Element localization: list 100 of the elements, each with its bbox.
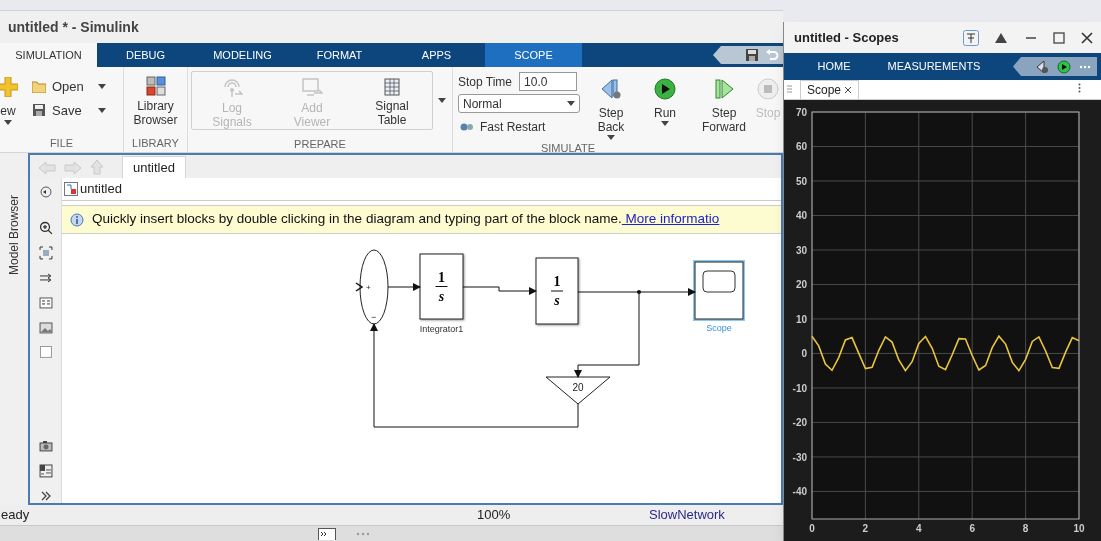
y-tick-label: -30 — [792, 451, 807, 463]
rectangle-icon[interactable] — [38, 345, 53, 360]
run-icon[interactable] — [1057, 59, 1071, 74]
image-icon[interactable] — [38, 320, 53, 335]
sum-block: + − — [359, 249, 389, 325]
run-icon — [654, 78, 676, 100]
fast-restart-button[interactable]: Fast Restart — [458, 116, 580, 136]
ribbon-button[interactable]: Step Back — [586, 72, 636, 140]
document-tab[interactable]: Scope — [800, 80, 860, 99]
pin-icon[interactable] — [963, 29, 979, 46]
info-message: Quickly insert blocks by double clicking in the diagram and typing part of the block name. More informatio — [92, 210, 720, 229]
block-label: Scope — [706, 323, 732, 333]
integrator-block: 1 s — [419, 253, 464, 320]
window-title: untitled * - Simulink — [8, 17, 139, 37]
x-tick-label: 10 — [1073, 523, 1085, 534]
ribbon-button[interactable]: Signal Table — [363, 78, 421, 129]
ribbon-button[interactable]: Step Forward — [696, 72, 752, 140]
library-browser-button[interactable]: Library Browser — [126, 67, 185, 135]
antenna-icon — [221, 78, 243, 98]
model-browser-tab[interactable]: Model Browser — [5, 165, 23, 275]
info-icon — [70, 212, 84, 227]
ribbon-tab[interactable]: APPS — [388, 43, 485, 67]
zoom-level: 100% — [477, 506, 512, 525]
annotation-icon[interactable] — [38, 295, 53, 310]
x-tick-label: 6 — [969, 523, 975, 534]
camera-icon[interactable] — [38, 439, 53, 454]
more-information-link[interactable]: More informatio — [621, 211, 720, 227]
y-tick-label: -20 — [792, 417, 807, 429]
save-icon — [32, 103, 46, 118]
breadcrumb-link[interactable]: untitled — [80, 179, 122, 199]
save-button[interactable]: Save — [32, 100, 106, 120]
settings-icon[interactable] — [1035, 59, 1049, 74]
collapse-icon[interactable] — [38, 185, 53, 199]
simulation-mode-dropdown[interactable]: Normal — [458, 94, 580, 113]
y-tick-label: 30 — [795, 244, 807, 256]
ribbon-tab[interactable]: SCOPE — [485, 43, 582, 67]
plus-icon — [0, 77, 18, 97]
ribbon-tab[interactable]: MODELING — [194, 43, 291, 67]
x-tick-label: 0 — [809, 523, 815, 534]
ribbon-tab[interactable]: HOME — [784, 53, 884, 80]
fit-view-icon[interactable] — [38, 245, 53, 260]
stop-time-label: Stop Time — [458, 73, 513, 91]
caret-icon — [97, 84, 106, 90]
y-tick-label: -10 — [792, 382, 807, 394]
ribbon-tab[interactable]: DEBUG — [97, 43, 194, 67]
step-forward-icon — [713, 78, 735, 100]
section-label: PREPARE — [294, 137, 346, 152]
ribbon-button[interactable]: Run — [640, 72, 690, 140]
command-window-icon[interactable] — [318, 527, 336, 540]
caret-icon — [97, 107, 106, 113]
close-icon[interactable] — [844, 86, 853, 94]
y-tick-label: 20 — [795, 279, 807, 291]
triangle-icon[interactable] — [995, 32, 1007, 43]
save-icon[interactable] — [745, 48, 759, 62]
integrator-block: 1 s — [535, 257, 579, 325]
x-tick-label: 4 — [916, 523, 922, 534]
window-title: untitled - Scopes — [794, 28, 900, 47]
ribbon-tab[interactable]: MEASUREMENTS — [884, 53, 984, 80]
y-tick-label: 60 — [795, 141, 807, 153]
table-icon — [383, 78, 401, 96]
gears-icon — [460, 122, 474, 132]
gain-block: 20 — [545, 376, 611, 405]
x-tick-label: 2 — [862, 523, 869, 534]
y-tick-label: 10 — [795, 313, 807, 325]
monitor-icon — [301, 78, 323, 98]
caret-icon — [567, 101, 575, 106]
close-icon[interactable] — [1081, 31, 1093, 44]
stop-time-field[interactable]: 10.0 — [519, 72, 578, 91]
solver-status: SlowNetwork — [649, 506, 725, 525]
properties-icon[interactable] — [38, 464, 53, 479]
section-label: SIMULATE — [540, 141, 597, 156]
y-tick-label: 0 — [801, 348, 807, 360]
editor-tab[interactable]: untitled — [122, 156, 186, 178]
caret-icon — [4, 120, 12, 125]
more-icon[interactable] — [1079, 64, 1091, 69]
junction-dot — [637, 290, 641, 294]
input-port-icon — [355, 282, 364, 292]
folder-icon — [32, 80, 46, 93]
library-grid-icon — [145, 76, 166, 96]
section-label: LIBRARY — [132, 135, 179, 151]
maximize-icon[interactable] — [1053, 31, 1065, 44]
drag-handle-icon[interactable] — [787, 85, 792, 94]
options-icon[interactable] — [1078, 83, 1081, 93]
block-label: Integrator1 — [419, 324, 464, 334]
caret-icon — [438, 98, 446, 103]
y-tick-label: 50 — [795, 176, 807, 187]
step-back-icon — [600, 78, 622, 100]
signal-line — [387, 283, 421, 291]
status-text: eady — [1, 506, 31, 525]
y-tick-label: 70 — [795, 107, 807, 118]
new-button[interactable]: ew — [0, 77, 24, 135]
ribbon-tab[interactable]: SIMULATION — [0, 43, 97, 67]
x-tick-label: 8 — [1022, 523, 1029, 534]
stop-icon — [757, 78, 779, 100]
open-button[interactable]: Open — [32, 77, 106, 97]
y-tick-label: -40 — [792, 486, 807, 498]
section-label: FILE — [49, 135, 74, 151]
y-tick-label: 40 — [795, 210, 807, 222]
zoom-in-icon[interactable] — [38, 220, 53, 235]
ribbon-tab[interactable]: FORMAT — [291, 43, 388, 67]
